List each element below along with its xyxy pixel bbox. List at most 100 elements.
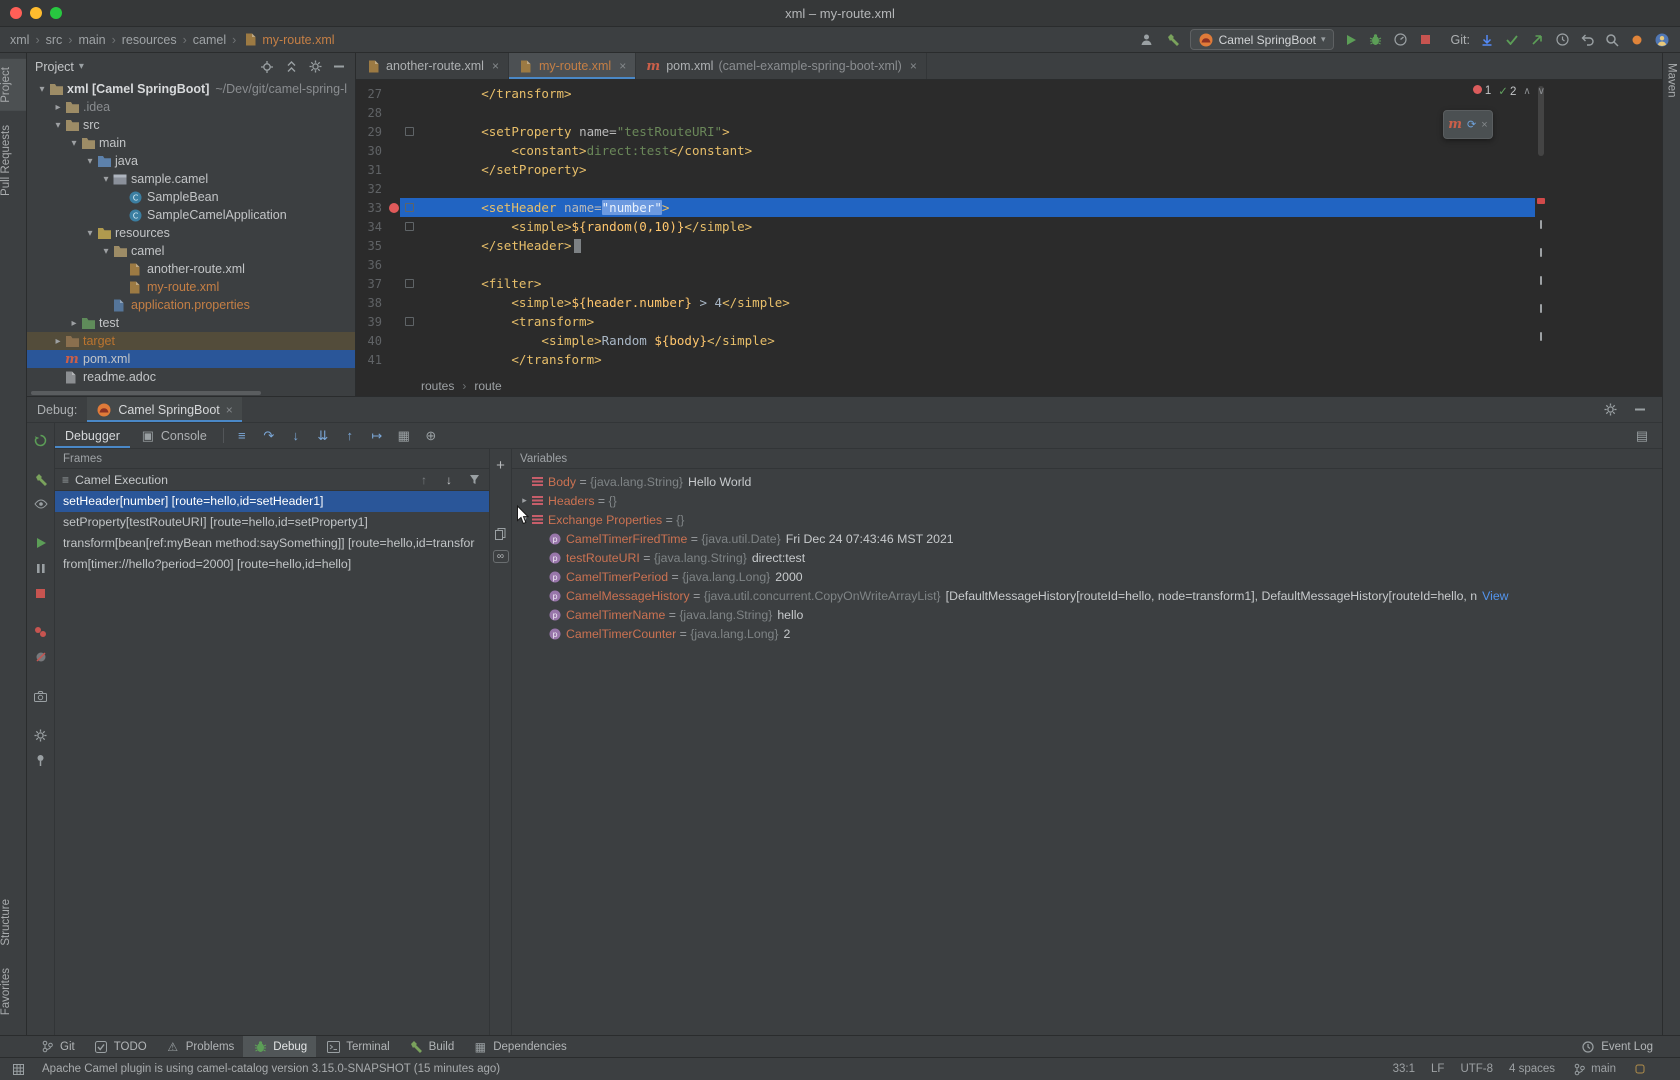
editor-tab-pom-xml[interactable]: mpom.xml (camel-example-spring-boot-xml)… [636,53,927,79]
locate-icon[interactable] [259,59,275,75]
breadcrumb-item[interactable]: src [46,33,63,47]
debug-session-tab[interactable]: Camel SpringBoot × [87,397,241,422]
settings-icon[interactable] [307,59,323,75]
fold-icon[interactable] [405,203,414,212]
line-number[interactable]: 31 [356,163,388,177]
variable-row-cameltimercounter[interactable]: pCamelTimerCounter = {java.lang.Long}2 [512,624,1662,643]
prev-problem-icon[interactable]: ∧ [1523,86,1530,97]
variable-row-exchange-properties[interactable]: ▾Exchange Properties = {} [512,510,1662,529]
filter-icon[interactable] [466,472,482,488]
chevron-down-icon[interactable]: ▾ [99,174,113,185]
tool-button-git[interactable]: Git [30,1036,84,1057]
tree-item--idea[interactable]: ▸.idea [27,98,355,116]
debug-bug-icon[interactable] [1368,32,1384,48]
tree-item-application-properties[interactable]: application.properties [27,296,355,314]
caret-position[interactable]: 33:1 [1393,1063,1415,1075]
watch-return-values-icon[interactable]: ∞ [493,550,509,563]
code-line[interactable]: 41 </transform> [356,350,1548,369]
tree-item-src[interactable]: ▾src [27,116,355,134]
hammer-icon[interactable] [33,471,49,487]
stripe-item-project[interactable]: Project [0,59,26,111]
editor-breadcrumb-item[interactable]: routes [421,379,454,393]
zoom-window-button[interactable] [50,7,62,19]
line-number[interactable]: 39 [356,315,388,329]
tool-button-todo[interactable]: TODO [84,1036,156,1057]
fold-icon[interactable] [405,127,414,136]
tree-item-another-route-xml[interactable]: another-route.xml [27,260,355,278]
code-line[interactable]: 37 <filter> [356,274,1548,293]
editor-breadcrumb-item[interactable]: route [474,379,501,393]
chevron-right-icon[interactable]: ▸ [51,102,65,113]
chevron-down-icon[interactable]: ▾ [51,120,65,131]
gutter[interactable] [388,203,400,213]
add-watch-icon[interactable]: + [496,457,505,474]
search-icon[interactable] [1604,32,1620,48]
editor-tab-my-route-xml[interactable]: my-route.xml× [509,53,636,79]
stripe-mark[interactable] [1540,248,1542,257]
code-line[interactable]: 30 <constant>direct:test</constant> [356,141,1548,160]
chevron-right-icon[interactable]: ▸ [518,495,531,506]
tool-button-build[interactable]: Build [399,1036,464,1057]
line-ending[interactable]: LF [1431,1063,1444,1075]
debugger-tab-console[interactable]: ▣Console [130,423,217,448]
run-config-selector[interactable]: Camel SpringBoot ▾ [1190,29,1334,50]
step-out-icon[interactable]: ↑ [342,428,358,444]
profiler-icon[interactable] [1393,32,1409,48]
stripe-item-maven[interactable]: Maven [1666,63,1678,98]
fold-icon[interactable] [405,279,414,288]
camera-icon[interactable] [33,688,49,704]
code-line[interactable]: 35 </setHeader> [356,236,1548,255]
line-number[interactable]: 30 [356,144,388,158]
line-number[interactable]: 32 [356,182,388,196]
tree-item-my-route-xml[interactable]: my-route.xml [27,278,355,296]
line-number[interactable]: 37 [356,277,388,291]
tree-item-target[interactable]: ▸target [27,332,355,350]
variable-row-cameltimerperiod[interactable]: pCamelTimerPeriod = {java.lang.Long}2000 [512,567,1662,586]
fold-gutter[interactable] [400,222,421,231]
status-indicator-icon[interactable] [1632,1061,1648,1077]
frame-row[interactable]: setProperty[testRouteURI] [route=hello,i… [55,512,489,533]
push-icon[interactable] [1529,32,1545,48]
close-window-button[interactable] [10,7,22,19]
variable-row-cameltimerfiredtime[interactable]: pCamelTimerFiredTime = {java.util.Date}F… [512,529,1662,548]
code-line[interactable]: 39 <transform> [356,312,1548,331]
fold-gutter[interactable] [400,279,421,288]
chevron-down-icon[interactable]: ▾ [67,138,81,149]
tool-button-terminal[interactable]: Terminal [316,1036,398,1057]
avatar-icon[interactable] [1654,32,1670,48]
commit-icon[interactable] [1504,32,1520,48]
line-number[interactable]: 29 [356,125,388,139]
code-line[interactable]: 28 [356,103,1548,122]
stripe-item-pull-requests[interactable]: Pull Requests [0,117,26,204]
close-icon[interactable]: × [492,59,499,73]
stop-icon[interactable] [1418,32,1434,48]
error-stripe[interactable] [1535,80,1548,375]
run-to-cursor-icon[interactable]: ↦ [369,428,385,444]
step-over-icon[interactable]: ↷ [261,428,277,444]
view-link[interactable]: View [1482,589,1508,603]
line-number[interactable]: 38 [356,296,388,310]
line-number[interactable]: 33 [356,201,388,215]
rerun-icon[interactable] [33,432,49,448]
frame-row[interactable]: setHeader[number] [route=hello,id=setHea… [55,491,489,512]
run-icon[interactable] [1343,32,1359,48]
line-number[interactable]: 40 [356,334,388,348]
line-number[interactable]: 41 [356,353,388,367]
settings-icon[interactable] [1602,402,1618,418]
line-number[interactable]: 27 [356,87,388,101]
chevron-down-icon[interactable]: ▾ [518,514,531,525]
pin-icon[interactable] [33,752,49,768]
help-icon[interactable]: ⊕ [423,428,439,444]
editor-tab-another-route-xml[interactable]: another-route.xml× [356,53,509,79]
user-icon[interactable] [1139,32,1155,48]
variable-row-cameltimername[interactable]: pCamelTimerName = {java.lang.String}hell… [512,605,1662,624]
code-line[interactable]: 40 <simple>Random ${body}</simple> [356,331,1548,350]
evaluate-icon[interactable]: ▦ [396,428,412,444]
chevron-right-icon[interactable]: ▸ [67,318,81,329]
code-editor[interactable]: 27 </transform>2829 <setProperty name="t… [356,80,1548,375]
tree-item-test[interactable]: ▸test [27,314,355,332]
hide-icon[interactable] [1632,402,1648,418]
collapse-all-icon[interactable] [283,59,299,75]
resume-icon[interactable] [33,535,49,551]
chevron-down-icon[interactable]: ▾ [35,84,49,95]
